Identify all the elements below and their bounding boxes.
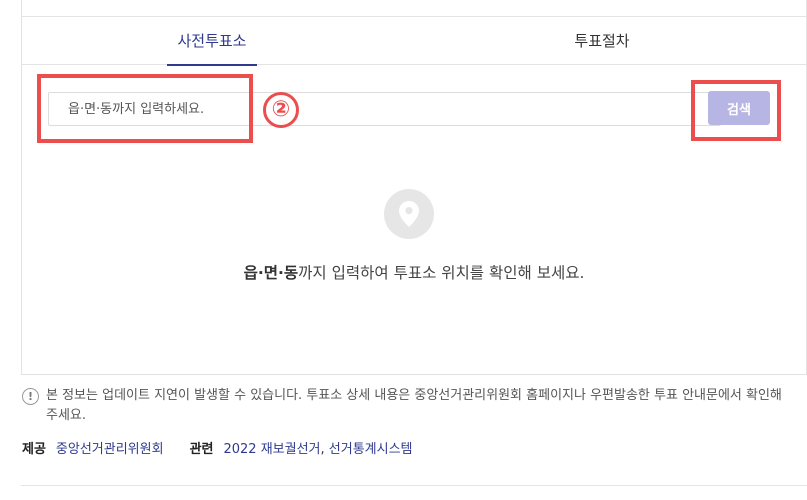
- related-label: 관련: [189, 442, 214, 457]
- info-icon: !: [22, 388, 39, 405]
- search-guide-text: 읍·면·동까지 입력하여 투표소 위치를 확인해 보세요.: [22, 261, 806, 283]
- annotation-number: ②: [263, 92, 299, 128]
- tab-voting-procedure[interactable]: 투표절차: [547, 17, 657, 65]
- notice: ! 본 정보는 업데이트 지연이 발생할 수 있습니다. 투표소 상세 내용은 …: [22, 386, 797, 426]
- guide-rest: 까지 입력하여 투표소 위치를 확인해 보세요.: [298, 264, 585, 282]
- guide-emphasis: 읍·면·동: [243, 264, 299, 282]
- divider: [21, 485, 807, 486]
- source-links: 제공 중앙선거관리위원회 관련 2022 재보궐선거, 선거통계시스템: [22, 440, 413, 460]
- provider-label: 제공: [22, 442, 46, 457]
- provider-link[interactable]: 중앙선거관리위원회: [56, 442, 164, 457]
- polling-place-panel: 사전투표소 투표절차 검색 읍·면·동까지 입력하여 투표소 위치를 확인해 보…: [21, 0, 807, 375]
- map-pin-icon: [384, 189, 434, 239]
- annotation-box-button: [691, 80, 781, 141]
- related-link-by-election[interactable]: 2022 재보궐선거: [223, 442, 320, 457]
- tab-bar: 사전투표소 투표절차: [22, 17, 806, 66]
- notice-text: 본 정보는 업데이트 지연이 발생할 수 있습니다. 투표소 상세 내용은 중앙…: [46, 388, 782, 423]
- tab-early-voting-place[interactable]: 사전투표소: [167, 17, 257, 66]
- related-separator: ,: [320, 442, 325, 457]
- related-link-statistics[interactable]: 선거통계시스템: [329, 442, 413, 457]
- annotation-box-input: [37, 74, 253, 143]
